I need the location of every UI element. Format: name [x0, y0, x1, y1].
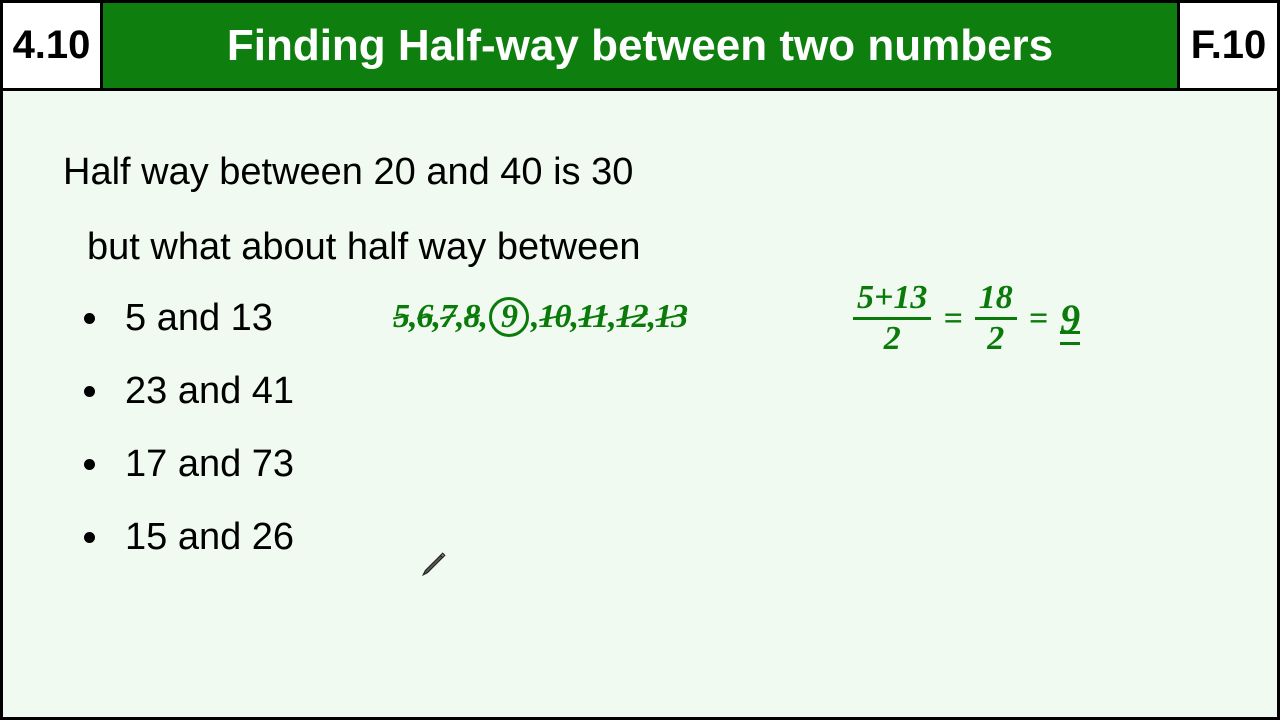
seq-num: 6: [417, 300, 433, 334]
fraction-denominator: 2: [983, 322, 1008, 356]
fraction-denominator: 2: [880, 322, 905, 356]
list-item: 15 and 26: [113, 516, 1217, 559]
seq-num: 11: [578, 300, 608, 334]
seq-num: 8: [464, 300, 480, 334]
intro-line-2: but what about half way between: [87, 226, 1217, 269]
list-item: 23 and 41: [113, 370, 1217, 413]
seq-num: 12: [616, 300, 648, 334]
pen-cursor-icon: [421, 551, 447, 577]
slide-content: Half way between 20 and 40 is 30 but wha…: [3, 91, 1277, 717]
seq-num: 5: [393, 300, 409, 334]
slide: 4.10 Finding Half-way between two number…: [0, 0, 1280, 720]
fraction-numerator: 18: [975, 281, 1017, 315]
intro-line-1: Half way between 20 and 40 is 30: [63, 151, 1217, 194]
header-title: Finding Half-way between two numbers: [103, 3, 1177, 88]
equation-result: 9: [1060, 299, 1080, 339]
equals-sign: =: [1029, 302, 1048, 336]
seq-num: 7: [440, 300, 456, 334]
handwritten-sequence: 5, 6, 7, 8, 9, 10, 11, 12, 13: [393, 297, 687, 337]
list-item: 17 and 73: [113, 443, 1217, 486]
fraction-1: 5+13 2: [853, 281, 931, 356]
seq-num-circled: 9: [489, 297, 529, 337]
header-right-code: F.10: [1177, 3, 1277, 88]
header-left-code: 4.10: [3, 3, 103, 88]
handwritten-equation: 5+13 2 = 18 2 = 9: [853, 281, 1080, 356]
slide-header: 4.10 Finding Half-way between two number…: [3, 3, 1277, 91]
equals-sign: =: [943, 302, 962, 336]
fraction-2: 18 2: [975, 281, 1017, 356]
fraction-numerator: 5+13: [853, 281, 931, 315]
seq-num: 10: [539, 300, 571, 334]
seq-num: 13: [655, 300, 687, 334]
